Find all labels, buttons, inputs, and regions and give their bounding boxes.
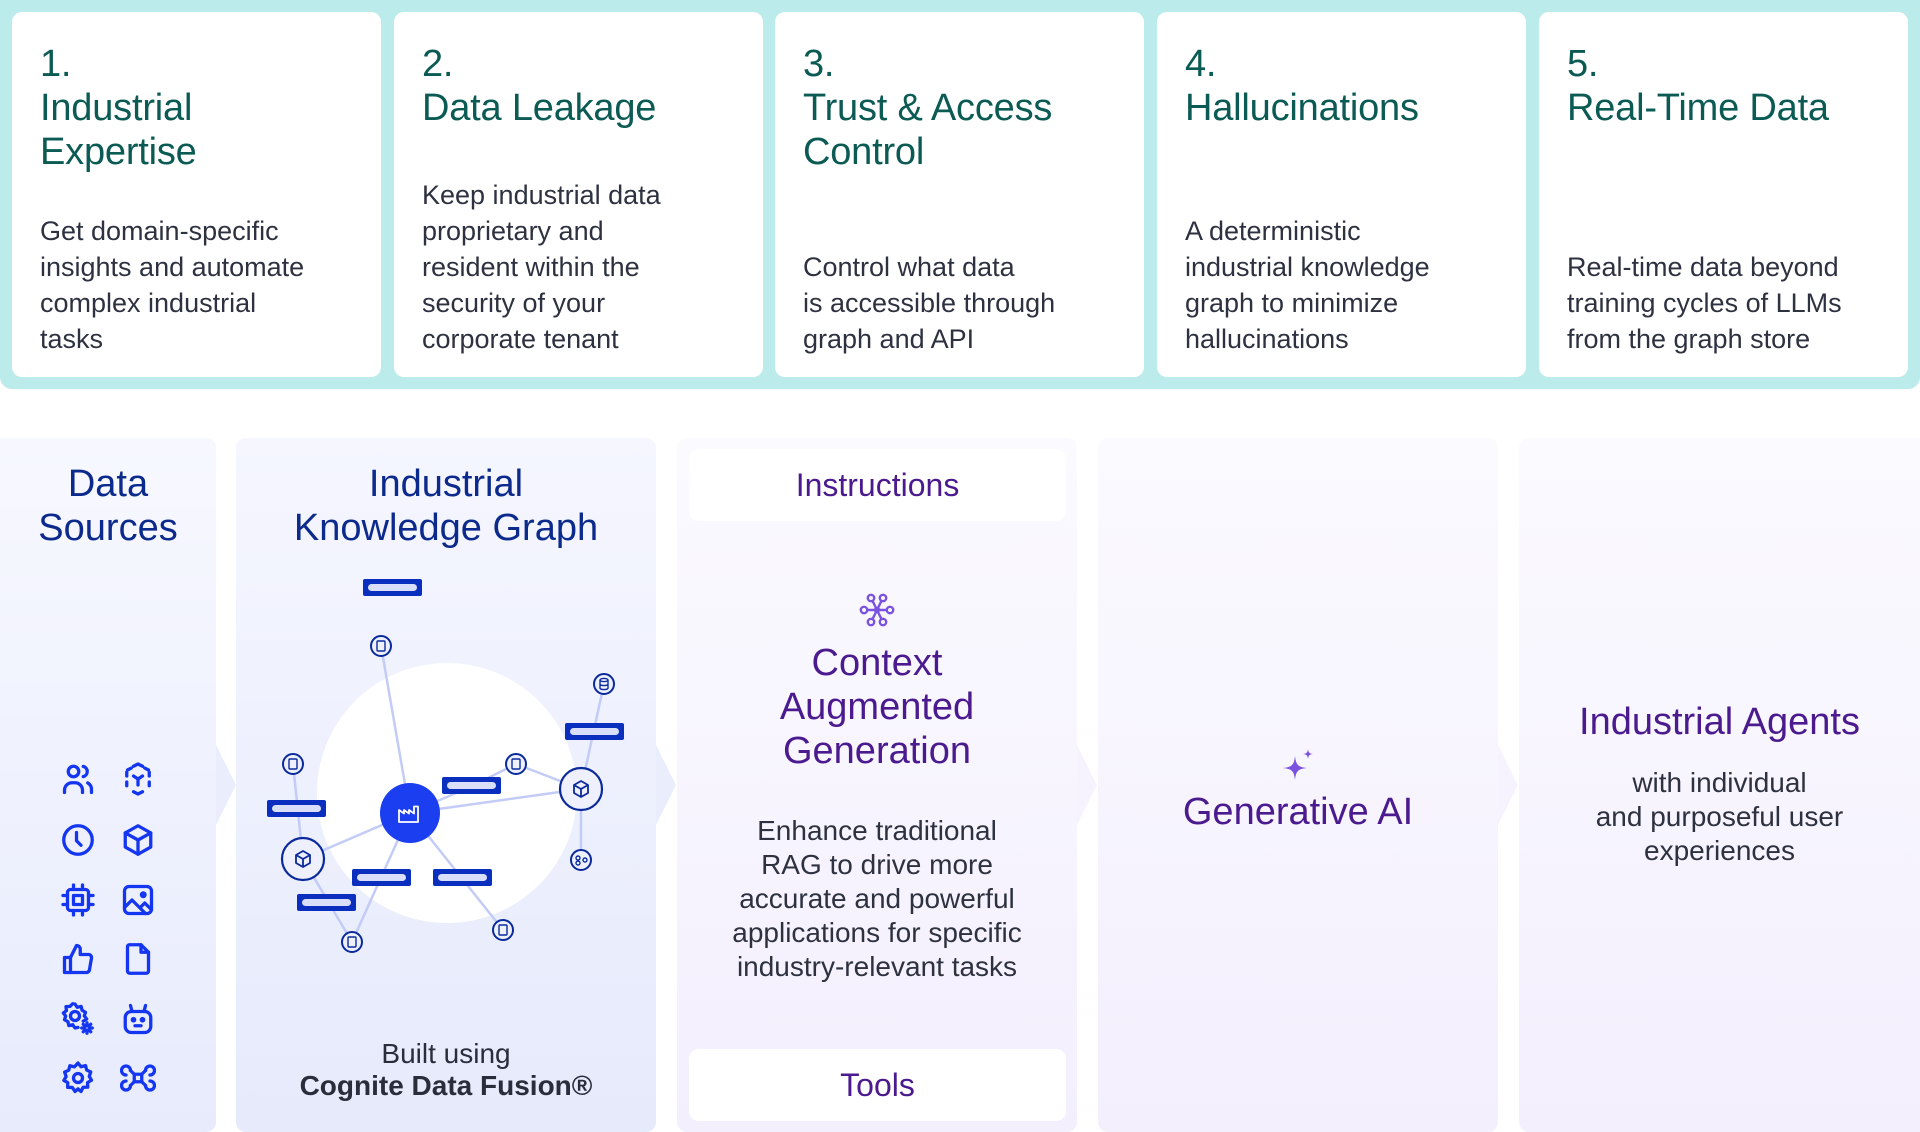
card-number: 2. [422, 43, 454, 85]
card-number: 5. [1567, 43, 1599, 85]
knowledge-graph-panel: Industrial Knowledge Graph Built using C… [236, 438, 656, 1132]
card-number: 4. [1185, 43, 1217, 85]
challenge-card-real-time-data: 5. Real-Time Data Real-time data beyond … [1539, 12, 1908, 377]
industrial-agents-title: Industrial Agents [1579, 701, 1860, 743]
challenge-card-trust-access: 3. Trust & Access Control Control what d… [775, 12, 1144, 377]
entity-bar-fill [302, 899, 351, 906]
gear-icon [60, 1060, 96, 1096]
generative-ai-title: Generative AI [1182, 791, 1414, 833]
chip-icon [60, 882, 96, 918]
flow-node-icon [570, 849, 592, 871]
thumbs-up-icon [60, 941, 96, 977]
cube-icon [120, 822, 156, 858]
card-title: Hallucinations [1185, 87, 1419, 129]
file-icon [120, 941, 156, 977]
product-name: Cognite Data Fusion® [299, 1070, 593, 1101]
document-node-icon [370, 635, 392, 657]
image-icon [120, 882, 156, 918]
3d-scan-icon [120, 761, 156, 797]
code-doc-node-icon [492, 919, 514, 941]
settings-cog-icon [60, 1001, 96, 1037]
entity-bar-fill [357, 874, 406, 881]
card-description: Real-time data beyond training cycles of… [1567, 252, 1842, 354]
image-doc-node-icon [505, 753, 527, 775]
database-node-icon [593, 673, 615, 695]
flow-arrow [1077, 745, 1097, 825]
entity-bar-fill [368, 584, 417, 591]
text-doc-node-icon [341, 931, 363, 953]
data-sources-panel: Data Sources [0, 438, 216, 1132]
entity-bar-fill [272, 805, 321, 812]
flow-arrow [216, 745, 236, 825]
sparkle-icon [1274, 746, 1322, 786]
card-title: Data Leakage [422, 87, 657, 129]
clock-icon [60, 822, 96, 858]
entity-bar-fill [447, 782, 496, 789]
generative-ai-panel: Generative AI [1098, 438, 1498, 1132]
knowledge-graph-diagram [267, 579, 624, 953]
card-description: Control what data is accessible through … [803, 252, 1056, 354]
entity-bar-fill [570, 728, 619, 735]
users-icon [60, 761, 96, 797]
card-title: Trust & Access Control [803, 87, 1053, 173]
card-description: A deterministic industrial knowledge gra… [1185, 216, 1430, 354]
network-hub-icon [859, 592, 895, 628]
card-number: 3. [803, 43, 835, 85]
card-title: Real-Time Data [1567, 87, 1829, 129]
flow-arrow [656, 745, 676, 825]
challenge-card-industrial-expertise: 1. Industrial Expertise Get domain-speci… [12, 12, 381, 377]
chart-doc-node-icon [282, 753, 304, 775]
cag-panel: Instructions Context Augmented Generatio… [677, 438, 1077, 1132]
card-description: Get domain-specific insights and automat… [40, 216, 305, 354]
entity-bar-fill [438, 874, 487, 881]
industrial-agents-panel: Industrial Agents with individual and pu… [1519, 438, 1920, 1132]
card-title: Industrial Expertise [40, 87, 197, 173]
robot-icon [120, 1001, 156, 1037]
instructions-box: Instructions [689, 449, 1066, 521]
factory-hub-node [380, 783, 440, 843]
built-using-label: Built using [381, 1038, 511, 1069]
challenge-card-hallucinations: 4. Hallucinations A deterministic indust… [1157, 12, 1526, 377]
flow-arrow [1498, 745, 1518, 825]
card-description: Keep industrial data proprietary and res… [422, 180, 661, 354]
industrial-agents-description: with individual and purposeful user expe… [1595, 767, 1844, 866]
data-source-icon-grid [0, 438, 216, 1132]
cag-title: Context Augmented Generation [779, 642, 975, 772]
drone-icon [120, 1060, 156, 1096]
challenge-card-data-leakage: 2. Data Leakage Keep industrial data pro… [394, 12, 763, 377]
tools-box: Tools [689, 1049, 1066, 1121]
cag-description: Enhance traditional RAG to drive more ac… [732, 815, 1022, 982]
card-number: 1. [40, 43, 72, 85]
challenges-band: 1. Industrial Expertise Get domain-speci… [0, 0, 1920, 389]
